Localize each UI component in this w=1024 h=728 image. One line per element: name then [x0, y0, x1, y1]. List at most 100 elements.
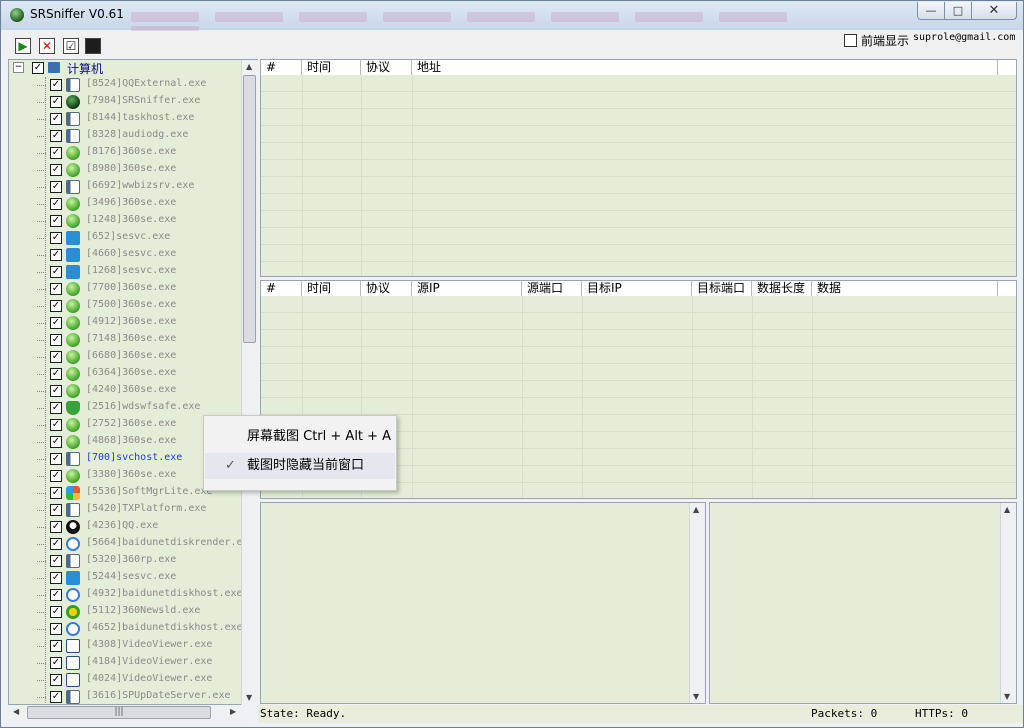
close-button[interactable]: ✕	[971, 2, 1017, 20]
connection-table[interactable]: # 时间 协议 地址	[260, 59, 1017, 277]
process-checkbox[interactable]: ✓	[50, 521, 62, 533]
process-checkbox[interactable]: ✓	[50, 215, 62, 227]
maximize-button[interactable]: □	[944, 2, 972, 20]
process-checkbox[interactable]: ✓	[50, 96, 62, 108]
process-checkbox[interactable]: ✓	[50, 674, 62, 686]
process-item[interactable]: ✓ [7148]360se.exe	[9, 332, 249, 349]
process-item[interactable]: ✓ [4240]360se.exe	[9, 383, 249, 400]
process-checkbox[interactable]: ✓	[50, 334, 62, 346]
menu-item-screenshot[interactable]: 屏幕截图 Ctrl + Alt + A	[205, 424, 395, 450]
process-checkbox[interactable]: ✓	[50, 538, 62, 550]
process-item[interactable]: ✓ [4912]360se.exe	[9, 315, 249, 332]
process-checkbox[interactable]: ✓	[50, 198, 62, 210]
process-item[interactable]: ✓ [8144]taskhost.exe	[9, 111, 249, 128]
minimize-button[interactable]: —	[917, 2, 945, 20]
scroll-left-arrow[interactable]: ◀	[13, 707, 19, 716]
pane-scrollbar[interactable]: ▲ ▼	[689, 503, 705, 703]
process-item[interactable]: ✓ [8176]360se.exe	[9, 145, 249, 162]
col-header[interactable]: 目标端口	[692, 281, 752, 296]
filter-button[interactable]: ☑	[63, 38, 79, 54]
process-checkbox[interactable]: ✓	[50, 640, 62, 652]
process-checkbox[interactable]: ✓	[50, 589, 62, 601]
col-header[interactable]: 协议	[361, 281, 412, 296]
process-item[interactable]: ✓ [1268]sesvc.exe	[9, 264, 249, 281]
process-item[interactable]: ✓ [8980]360se.exe	[9, 162, 249, 179]
process-checkbox[interactable]: ✓	[50, 351, 62, 363]
process-item[interactable]: ✓ [6680]360se.exe	[9, 349, 249, 366]
col-header[interactable]: 地址	[412, 60, 998, 75]
process-item[interactable]: ✓ [6364]360se.exe	[9, 366, 249, 383]
process-item[interactable]: ✓ [5664]baidunetdiskrender.e	[9, 536, 249, 553]
col-header[interactable]: 时间	[302, 281, 361, 296]
process-checkbox[interactable]: ✓	[50, 164, 62, 176]
process-item[interactable]: ✓ [5112]360Newsld.exe	[9, 604, 249, 621]
stop-capture-button[interactable]: ✕	[39, 38, 55, 54]
process-checkbox[interactable]: ✓	[50, 385, 62, 397]
process-item[interactable]: ✓ [3496]360se.exe	[9, 196, 249, 213]
pane-scrollbar[interactable]: ▲ ▼	[1000, 503, 1016, 703]
process-checkbox[interactable]: ✓	[50, 181, 62, 193]
process-item[interactable]: ✓ [4024]VideoViewer.exe	[9, 672, 249, 689]
front-display-checkbox[interactable]	[844, 34, 857, 47]
process-item[interactable]: ✓ [4308]VideoViewer.exe	[9, 638, 249, 655]
process-item[interactable]: ✓ [1248]360se.exe	[9, 213, 249, 230]
process-checkbox[interactable]: ✓	[50, 79, 62, 91]
process-checkbox[interactable]: ✓	[50, 555, 62, 567]
tree-scroll-thumb[interactable]	[243, 75, 256, 343]
process-checkbox[interactable]: ✓	[50, 249, 62, 261]
process-item[interactable]: ✓ [4660]sesvc.exe	[9, 247, 249, 264]
process-checkbox[interactable]: ✓	[50, 606, 62, 618]
process-checkbox[interactable]: ✓	[50, 504, 62, 516]
process-item[interactable]: ✓ [7500]360se.exe	[9, 298, 249, 315]
process-item[interactable]: ✓ [5420]TXPlatform.exe	[9, 502, 249, 519]
process-item[interactable]: ✓ [5320]360rp.exe	[9, 553, 249, 570]
process-checkbox[interactable]: ✓	[50, 368, 62, 380]
scroll-down-arrow[interactable]: ▼	[1004, 692, 1010, 701]
process-item[interactable]: ✓ [652]sesvc.exe	[9, 230, 249, 247]
scroll-down-arrow[interactable]: ▼	[693, 692, 699, 701]
process-item[interactable]: ✓ [7984]SRSniffer.exe	[9, 94, 249, 111]
process-checkbox[interactable]: ✓	[50, 147, 62, 159]
process-checkbox[interactable]: ✓	[50, 453, 62, 465]
root-checkbox[interactable]: ✓	[32, 62, 44, 74]
tree-hscroll-thumb[interactable]: |||	[27, 706, 211, 719]
process-checkbox[interactable]: ✓	[50, 317, 62, 329]
menu-item-hide-window[interactable]: ✓ 截图时隐藏当前窗口	[205, 453, 395, 479]
col-header[interactable]: 时间	[302, 60, 361, 75]
process-item[interactable]: ✓ [8524]QQExternal.exe	[9, 77, 249, 94]
scroll-right-arrow[interactable]: ▶	[230, 707, 236, 716]
process-checkbox[interactable]: ✓	[50, 130, 62, 142]
scroll-up-arrow[interactable]: ▲	[246, 62, 252, 71]
process-item[interactable]: ✓ [4652]baidunetdiskhost.exe	[9, 621, 249, 638]
front-display-toggle[interactable]: 前端显示	[844, 32, 909, 49]
process-checkbox[interactable]: ✓	[50, 470, 62, 482]
process-item[interactable]: ✓ [4236]QQ.exe	[9, 519, 249, 536]
process-checkbox[interactable]: ✓	[50, 487, 62, 499]
text-data-pane[interactable]: ▲ ▼	[709, 502, 1017, 704]
process-checkbox[interactable]: ✓	[50, 623, 62, 635]
process-item[interactable]: ✓ [5244]sesvc.exe	[9, 570, 249, 587]
process-checkbox[interactable]: ✓	[50, 300, 62, 312]
col-header[interactable]: 目标IP	[582, 281, 692, 296]
process-checkbox[interactable]: ✓	[50, 113, 62, 125]
col-header[interactable]: 源端口	[522, 281, 582, 296]
process-item[interactable]: ✓ [6692]wwbizsrv.exe	[9, 179, 249, 196]
process-checkbox[interactable]: ✓	[50, 657, 62, 669]
col-header[interactable]: 数据	[812, 281, 998, 296]
process-item[interactable]: ✓ [8328]audiodg.exe	[9, 128, 249, 145]
col-header[interactable]: 源IP	[412, 281, 522, 296]
process-checkbox[interactable]: ✓	[50, 232, 62, 244]
col-header[interactable]: 数据长度	[752, 281, 812, 296]
collapse-icon[interactable]: −	[13, 62, 24, 73]
process-item[interactable]: ✓ [3616]SPUpDateServer.exe	[9, 689, 249, 704]
start-capture-button[interactable]: ▶	[15, 38, 31, 54]
process-checkbox[interactable]: ✓	[50, 572, 62, 584]
scroll-up-arrow[interactable]: ▲	[1004, 505, 1010, 514]
hex-data-pane[interactable]: ▲ ▼	[260, 502, 706, 704]
process-item[interactable]: ✓ [7700]360se.exe	[9, 281, 249, 298]
process-item[interactable]: ✓ [4184]VideoViewer.exe	[9, 655, 249, 672]
process-checkbox[interactable]: ✓	[50, 283, 62, 295]
tree-root[interactable]: − ✓ 计算机	[9, 60, 249, 77]
scroll-down-arrow[interactable]: ▼	[246, 693, 252, 702]
process-item[interactable]: ✓ [4932]baidunetdiskhost.exe	[9, 587, 249, 604]
